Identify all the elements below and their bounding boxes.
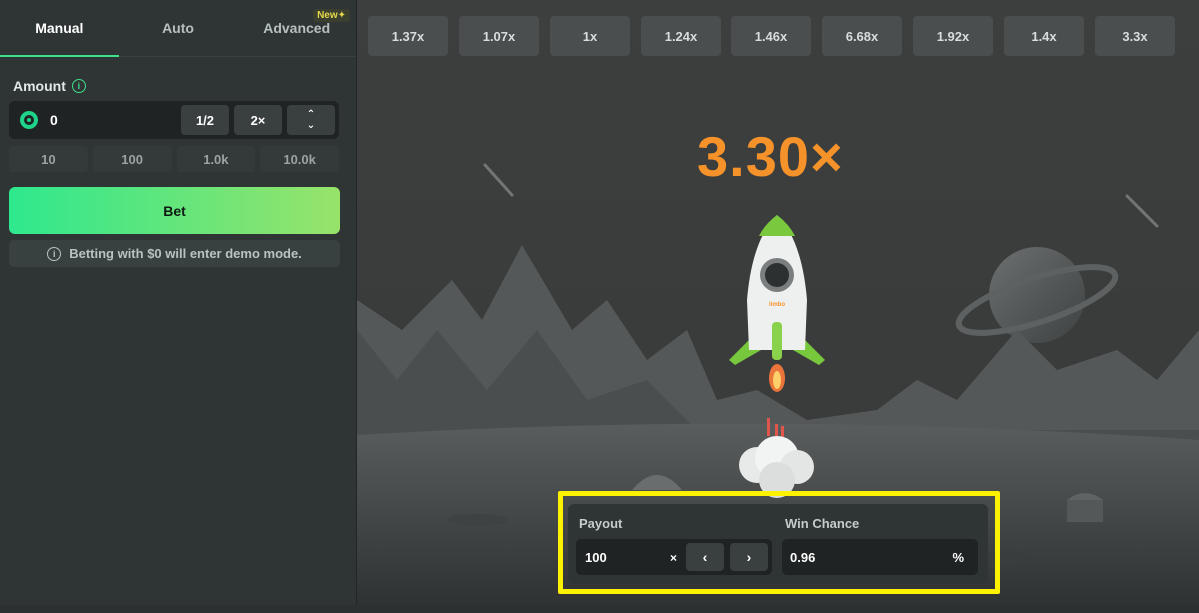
history-item[interactable]: 1.07x [459, 16, 539, 56]
multiplier-history: 1.37x 1.07x 1x 1.24x 1.46x 6.68x 1.92x 1… [357, 16, 1199, 56]
half-amount-button[interactable]: 1/2 [181, 105, 229, 135]
win-chance-suffix: % [952, 550, 964, 565]
win-chance-input[interactable]: 0.96 % [782, 539, 978, 575]
amount-label-text: Amount [13, 78, 66, 94]
history-item[interactable]: 1.4x [1004, 16, 1084, 56]
demo-mode-note: i Betting with $0 will enter demo mode. [9, 240, 340, 267]
preset-10[interactable]: 10 [9, 146, 88, 172]
history-item[interactable]: 1x [550, 16, 630, 56]
info-icon: i [47, 246, 62, 261]
tab-manual-label: Manual [35, 20, 84, 36]
tab-advanced-label: Advanced [263, 20, 331, 36]
new-badge: New✦ [313, 9, 351, 22]
mode-tabs: Manual Auto Advanced New✦ [0, 0, 356, 57]
tab-auto[interactable]: Auto [119, 0, 238, 56]
history-item[interactable]: 6.68x [822, 16, 902, 56]
bottom-strip [0, 605, 1199, 613]
amount-input[interactable]: 0 [50, 112, 181, 128]
payout-panel: Payout Win Chance 100 × ‹ › 0.96 % [568, 504, 988, 584]
payout-increase-button[interactable]: › [730, 543, 768, 571]
win-chance-value[interactable]: 0.96 [790, 550, 815, 565]
rocket-brand-text: limbo [769, 302, 785, 308]
chevron-up-icon[interactable]: ⌃ [307, 109, 315, 120]
preset-1k[interactable]: 1.0k [176, 146, 256, 172]
payout-suffix: × [670, 551, 678, 565]
history-item[interactable]: 3.3x [1095, 16, 1175, 56]
bet-sidebar: Manual Auto Advanced New✦ Amount i 0 1/2… [0, 0, 357, 605]
chevron-right-icon: › [746, 549, 752, 565]
planet-icon [955, 247, 1119, 343]
tab-manual[interactable]: Manual [0, 0, 119, 57]
demo-mode-text: Betting with $0 will enter demo mode. [69, 246, 302, 261]
payout-decrease-button[interactable]: ‹ [686, 543, 724, 571]
shooting-star [483, 163, 514, 197]
history-item[interactable]: 1.92x [913, 16, 993, 56]
amount-input-row: 0 1/2 2× ⌃ ⌄ [9, 101, 339, 139]
info-icon[interactable]: i [71, 79, 86, 93]
history-item[interactable]: 1.46x [731, 16, 811, 56]
amount-presets: 10 100 1.0k 10.0k [9, 146, 339, 172]
preset-10k[interactable]: 10.0k [260, 146, 339, 172]
tab-auto-label: Auto [162, 20, 194, 36]
amount-stepper[interactable]: ⌃ ⌄ [287, 105, 335, 135]
amount-label: Amount i [13, 78, 86, 94]
payout-label: Payout [579, 516, 623, 531]
moon-base-building [1067, 493, 1103, 522]
history-item[interactable]: 1.24x [641, 16, 721, 56]
rocket-icon: limbo [729, 215, 825, 392]
chevron-left-icon: ‹ [702, 549, 708, 565]
current-multiplier: 3.30× [697, 125, 844, 188]
preset-100[interactable]: 100 [92, 146, 172, 172]
shooting-star [1125, 194, 1159, 228]
bet-button[interactable]: Bet [9, 187, 340, 234]
tab-advanced[interactable]: Advanced New✦ [237, 0, 356, 56]
payout-value[interactable]: 100 [585, 550, 607, 565]
history-item[interactable]: 1.37x [368, 16, 448, 56]
currency-coin-icon [20, 111, 38, 129]
crater [447, 514, 507, 526]
payout-input[interactable]: 100 × ‹ › [576, 539, 772, 575]
double-amount-button[interactable]: 2× [234, 105, 282, 135]
chevron-down-icon[interactable]: ⌄ [307, 120, 315, 131]
win-chance-label: Win Chance [785, 516, 860, 531]
